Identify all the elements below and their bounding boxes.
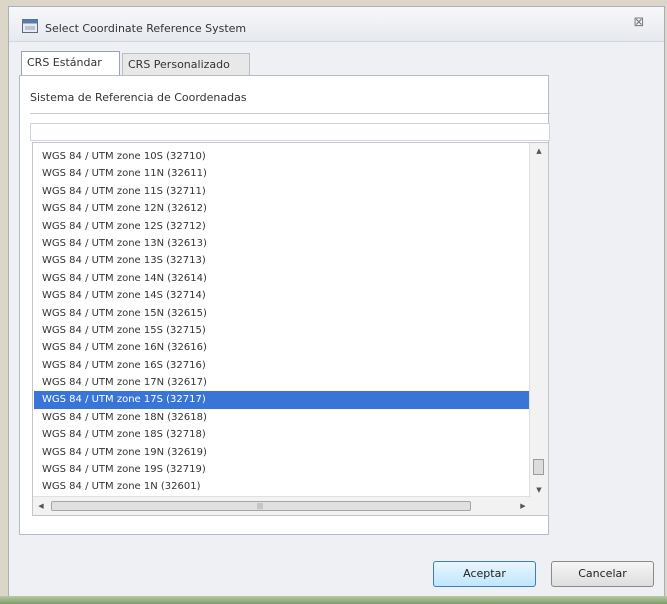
list-item[interactable]: WGS 84 / UTM zone 15S (32715): [34, 322, 529, 339]
vertical-scrollbar[interactable]: ▲ ▼: [529, 143, 548, 498]
list-item[interactable]: WGS 84 / UTM zone 11N (32611): [34, 165, 529, 182]
accept-button[interactable]: Aceptar: [433, 561, 536, 587]
scroll-left-icon[interactable]: ◀: [33, 497, 49, 515]
list-item[interactable]: WGS 84 / UTM zone 15N (32615): [34, 305, 529, 322]
crs-section-label: Sistema de Referencia de Coordenadas: [30, 91, 247, 104]
horizontal-scrollbar[interactable]: ◀ ||| ▶: [33, 496, 531, 515]
scroll-up-icon[interactable]: ▲: [530, 143, 548, 159]
list-item[interactable]: WGS 84 / UTM zone 17N (32617): [34, 374, 529, 391]
crs-list: WGS 84 / UTM zone 10S (32710) WGS 84 / UT…: [34, 148, 529, 496]
close-button[interactable]: ⊠: [624, 14, 654, 33]
list-item[interactable]: WGS 84 / UTM zone 19N (32619): [34, 444, 529, 461]
crs-listbox[interactable]: WGS 84 / UTM zone 10S (32710) WGS 84 / UT…: [32, 142, 549, 516]
crs-panel: Sistema de Referencia de Coordenadas WGS…: [19, 75, 550, 535]
desktop-background: [0, 596, 667, 604]
title-bar: Select Coordinate Reference System ⊠: [9, 7, 664, 42]
scroll-down-icon[interactable]: ▼: [530, 482, 548, 498]
list-item[interactable]: WGS 84 / UTM zone 1N (32601): [34, 478, 529, 495]
vertical-scroll-thumb[interactable]: [533, 459, 544, 475]
list-item[interactable]: WGS 84 / UTM zone 13S (32713): [34, 252, 529, 269]
list-item[interactable]: WGS 84 / UTM zone 18N (32618): [34, 409, 529, 426]
list-item[interactable]: WGS 84 / UTM zone 10S (32710): [34, 148, 529, 165]
tab-crs-personalizado[interactable]: CRS Personalizado: [122, 53, 250, 75]
list-item[interactable]: WGS 84 / UTM zone 12S (32712): [34, 218, 529, 235]
list-item[interactable]: WGS 84 / UTM zone 16N (32616): [34, 339, 529, 356]
list-item-selected[interactable]: WGS 84 / UTM zone 17S (32717): [34, 391, 529, 409]
crs-dialog: Select Coordinate Reference System ⊠ CRS…: [8, 6, 665, 598]
list-item[interactable]: WGS 84 / UTM zone 19S (32719): [34, 461, 529, 478]
crs-filter-input[interactable]: [30, 123, 550, 141]
list-item[interactable]: WGS 84 / UTM zone 12N (32612): [34, 200, 529, 217]
list-item[interactable]: WGS 84 / UTM zone 11S (32711): [34, 183, 529, 200]
grip-icon: |||: [257, 503, 264, 510]
tab-crs-estandar[interactable]: CRS Estándar: [21, 51, 120, 75]
divider: [30, 113, 550, 114]
list-item[interactable]: WGS 84 / UTM zone 16S (32716): [34, 357, 529, 374]
close-icon: ⊠: [633, 15, 645, 30]
list-item[interactable]: WGS 84 / UTM zone 14N (32614): [34, 270, 529, 287]
list-item[interactable]: WGS 84 / UTM zone 14S (32714): [34, 287, 529, 304]
scroll-right-icon[interactable]: ▶: [515, 497, 531, 515]
list-item[interactable]: WGS 84 / UTM zone 18S (32718): [34, 426, 529, 443]
scroll-corner: [530, 497, 548, 515]
horizontal-scroll-thumb[interactable]: |||: [51, 501, 471, 511]
cancel-button[interactable]: Cancelar: [551, 561, 654, 587]
list-item[interactable]: WGS 84 / UTM zone 13N (32613): [34, 235, 529, 252]
window-title: Select Coordinate Reference System: [45, 22, 247, 35]
window-icon: [22, 19, 38, 33]
